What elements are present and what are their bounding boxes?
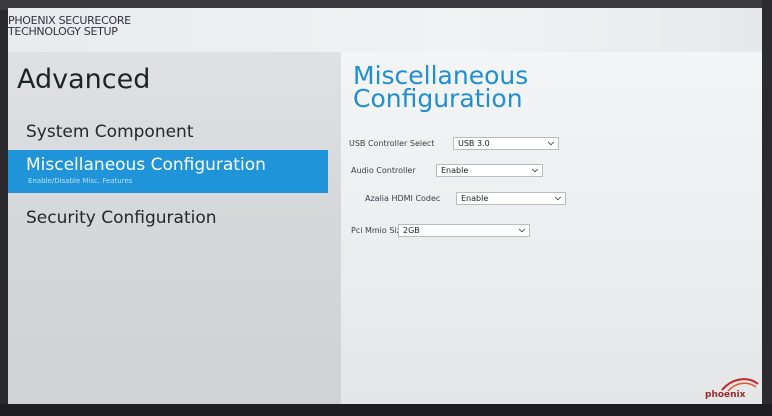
setting-label: USB Controller Select bbox=[349, 139, 435, 148]
chevron-down-icon: ⌵ bbox=[547, 138, 554, 147]
chevron-down-icon: ⌵ bbox=[554, 193, 561, 202]
phoenix-logo-text: phoenix bbox=[705, 390, 746, 400]
monitor-bezel-bottom bbox=[0, 404, 772, 416]
chevron-down-icon: ⌵ bbox=[518, 225, 525, 234]
azalia-hdmi-codec-select[interactable]: Enable ⌵ bbox=[456, 192, 566, 205]
select-value: USB 3.0 bbox=[458, 139, 490, 148]
menu-item-label: Security Configuration bbox=[26, 208, 217, 228]
section-title: Miscellaneous Configuration bbox=[353, 63, 528, 113]
brand-title: PHOENIX SECURECORE TECHNOLOGY SETUP bbox=[8, 15, 131, 37]
usb-controller-select[interactable]: USB 3.0 ⌵ bbox=[453, 137, 559, 150]
chevron-down-icon: ⌵ bbox=[531, 165, 538, 174]
brand-line-2: TECHNOLOGY SETUP bbox=[8, 25, 118, 38]
select-value: 2GB bbox=[403, 226, 420, 235]
menu-item-label: System Component bbox=[26, 122, 194, 142]
setting-label: Audio Controller bbox=[351, 166, 416, 175]
pci-mmio-size-select[interactable]: 2GB ⌵ bbox=[398, 224, 530, 237]
menu-item-label: Miscellaneous Configuration bbox=[26, 155, 266, 175]
bios-screen: PHOENIX SECURECORE TECHNOLOGY SETUP Adva… bbox=[8, 8, 764, 406]
menu-item-description: Enable/Disable Misc. Features bbox=[28, 177, 133, 185]
select-value: Enable bbox=[441, 166, 469, 175]
setting-label: Azalia HDMI Codec bbox=[365, 194, 441, 203]
monitor-bezel-right bbox=[762, 0, 772, 416]
page-title: Advanced bbox=[17, 64, 151, 95]
select-value: Enable bbox=[461, 194, 489, 203]
section-title-line-2: Configuration bbox=[353, 84, 523, 113]
menu-item-security-configuration[interactable]: Security Configuration bbox=[8, 208, 328, 230]
menu-item-miscellaneous-configuration[interactable]: Miscellaneous Configuration Enable/Disab… bbox=[8, 150, 328, 193]
menu-item-system-component[interactable]: System Component bbox=[8, 122, 328, 144]
nav-panel: Advanced System Component Miscellaneous … bbox=[8, 52, 341, 406]
settings-panel: Miscellaneous Configuration USB Controll… bbox=[341, 52, 764, 406]
header-bar: PHOENIX SECURECORE TECHNOLOGY SETUP bbox=[8, 8, 764, 52]
audio-controller-select[interactable]: Enable ⌵ bbox=[436, 164, 543, 177]
